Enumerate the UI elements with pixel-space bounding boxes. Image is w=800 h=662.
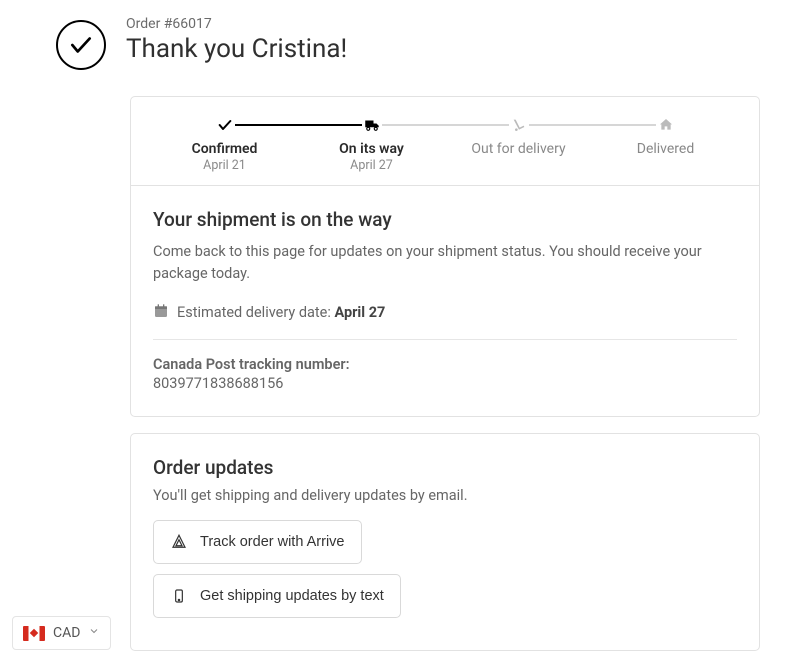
order-number-label: Order #66017 (126, 16, 347, 32)
order-updates-card: Order updates You'll get shipping and de… (130, 433, 760, 651)
shipment-title: Your shipment is on the way (153, 208, 737, 231)
flag-canada-icon (23, 626, 45, 641)
shipment-card: Confirmed April 21 On its way April 27 O… (130, 96, 760, 417)
step-label: On its way (339, 141, 404, 157)
truck-icon (362, 115, 382, 135)
chevron-down-icon (88, 625, 100, 641)
currency-selector[interactable]: CAD (12, 616, 111, 650)
tracking-carrier-label: Canada Post tracking number: (153, 356, 737, 373)
hand-truck-icon (509, 115, 529, 135)
thank-you-heading: Thank you Cristina! (126, 34, 347, 64)
order-updates-description: You'll get shipping and delivery updates… (153, 487, 737, 504)
step-on-its-way: On its way April 27 (298, 115, 445, 173)
success-check-icon (56, 20, 106, 70)
step-label: Out for delivery (471, 141, 565, 157)
header: Order #66017 Thank you Cristina! (56, 16, 760, 70)
step-label: Confirmed (192, 141, 258, 157)
progress-tracker: Confirmed April 21 On its way April 27 O… (131, 97, 759, 186)
home-icon (656, 115, 676, 135)
track-button-label: Track order with Arrive (200, 534, 345, 550)
step-label: Delivered (637, 141, 694, 157)
step-out-for-delivery: Out for delivery (445, 115, 592, 157)
order-updates-title: Order updates (153, 456, 737, 479)
calendar-icon (153, 303, 169, 323)
step-delivered: Delivered (592, 115, 739, 157)
step-confirmed: Confirmed April 21 (151, 115, 298, 173)
step-date: April 21 (203, 158, 246, 173)
estimated-label: Estimated delivery date: (177, 304, 334, 321)
check-icon (215, 115, 235, 135)
get-text-updates-button[interactable]: Get shipping updates by text (153, 574, 401, 618)
estimated-delivery-row: Estimated delivery date: April 27 (153, 303, 737, 340)
step-date: April 27 (350, 158, 393, 173)
shipment-description: Come back to this page for updates on yo… (153, 241, 737, 285)
text-button-label: Get shipping updates by text (200, 588, 384, 604)
estimated-date: April 27 (334, 304, 385, 321)
arrive-icon (170, 533, 188, 551)
track-with-arrive-button[interactable]: Track order with Arrive (153, 520, 362, 564)
tracking-number[interactable]: 8039771838688156 (153, 375, 737, 392)
phone-icon (170, 587, 188, 605)
currency-code: CAD (53, 625, 80, 641)
